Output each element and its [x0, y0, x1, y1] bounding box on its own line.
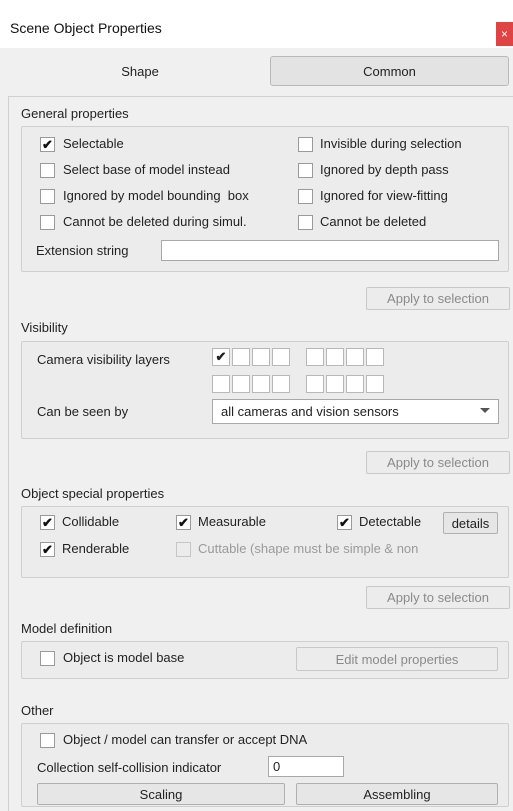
general-apply-button[interactable]: Apply to selection: [366, 287, 510, 310]
camera-layer-checkbox[interactable]: [326, 375, 344, 393]
ignored-depth-pass-label: Ignored by depth pass: [320, 162, 449, 177]
select-base-label: Select base of model instead: [63, 162, 230, 177]
extension-string-label: Extension string: [36, 243, 129, 258]
camera-layer-checkbox[interactable]: [232, 348, 250, 366]
can-be-seen-by-select[interactable]: all cameras and vision sensors: [212, 399, 499, 424]
invisible-during-selection-label: Invisible during selection: [320, 136, 462, 151]
details-label: details: [451, 515, 490, 531]
select-base-checkbox[interactable]: [40, 163, 55, 178]
extension-string-input[interactable]: [161, 240, 499, 261]
cannot-delete-during-sim-label: Cannot be deleted during simul.: [63, 214, 247, 229]
scaling-label: Scaling: [139, 786, 183, 802]
measurable-checkbox[interactable]: ✔: [176, 515, 191, 530]
ignored-depth-pass-checkbox[interactable]: [298, 163, 313, 178]
edit-model-properties-label: Edit model properties: [335, 651, 459, 667]
model-definition-header: Model definition: [21, 621, 113, 636]
tab-common-label: Common: [363, 63, 416, 79]
model-base-label: Object is model base: [63, 650, 185, 665]
special-apply-label: Apply to selection: [387, 590, 489, 605]
camera-layer-checkbox[interactable]: [212, 375, 230, 393]
cannot-delete-during-sim-checkbox[interactable]: [40, 215, 55, 230]
ignored-bounding-box-checkbox[interactable]: [40, 189, 55, 204]
ignored-view-fitting-label: Ignored for view-fitting: [320, 188, 448, 203]
camera-layer-checkbox[interactable]: [252, 375, 270, 393]
cannot-delete-checkbox[interactable]: [298, 215, 313, 230]
selectable-label: Selectable: [63, 136, 124, 151]
camera-layer-checkbox[interactable]: [326, 348, 344, 366]
other-header: Other: [21, 703, 54, 718]
tab-shape-label: Shape: [121, 63, 159, 79]
visibility-apply-label: Apply to selection: [387, 455, 489, 470]
renderable-label: Renderable: [62, 541, 130, 556]
camera-layers-grid: ✔: [212, 348, 402, 396]
window-title: Scene Object Properties: [10, 20, 162, 36]
close-button[interactable]: ×: [496, 22, 513, 46]
title-bar: Scene Object Properties ×: [0, 0, 513, 48]
dna-label: Object / model can transfer or accept DN…: [63, 732, 308, 747]
cuttable-checkbox[interactable]: [176, 542, 191, 557]
model-base-checkbox[interactable]: [40, 651, 55, 666]
selectable-checkbox[interactable]: ✔: [40, 137, 55, 152]
camera-layer-checkbox[interactable]: ✔: [212, 348, 230, 366]
collidable-label: Collidable: [62, 514, 120, 529]
general-apply-label: Apply to selection: [387, 291, 489, 306]
edit-model-properties-button[interactable]: Edit model properties: [296, 647, 498, 671]
scaling-button[interactable]: Scaling: [37, 783, 285, 805]
detectable-checkbox[interactable]: ✔: [337, 515, 352, 530]
camera-layer-checkbox[interactable]: [272, 348, 290, 366]
camera-layer-checkbox[interactable]: [366, 375, 384, 393]
can-be-seen-by-value: all cameras and vision sensors: [221, 404, 399, 419]
chevron-down-icon: [480, 408, 490, 413]
camera-layers-label: Camera visibility layers: [37, 352, 170, 367]
renderable-checkbox[interactable]: ✔: [40, 542, 55, 557]
camera-layer-checkbox[interactable]: [252, 348, 270, 366]
camera-layer-checkbox[interactable]: [306, 375, 324, 393]
can-be-seen-by-label: Can be seen by: [37, 404, 129, 419]
tab-common[interactable]: Common: [270, 56, 509, 86]
invisible-during-selection-checkbox[interactable]: [298, 137, 313, 152]
camera-layer-checkbox[interactable]: [272, 375, 290, 393]
visibility-header: Visibility: [21, 320, 68, 335]
ignored-bounding-box-label: Ignored by model bounding box: [63, 188, 249, 203]
camera-layer-checkbox[interactable]: [366, 348, 384, 366]
dna-checkbox[interactable]: [40, 733, 55, 748]
collidable-checkbox[interactable]: ✔: [40, 515, 55, 530]
tab-shape[interactable]: Shape: [20, 56, 260, 86]
ignored-view-fitting-checkbox[interactable]: [298, 189, 313, 204]
camera-layer-checkbox[interactable]: [346, 375, 364, 393]
self-collision-label: Collection self-collision indicator: [37, 760, 222, 775]
special-properties-header: Object special properties: [21, 486, 165, 501]
general-properties-header: General properties: [21, 106, 129, 121]
close-icon: ×: [500, 27, 508, 41]
camera-layer-checkbox[interactable]: [232, 375, 250, 393]
camera-layer-checkbox[interactable]: [306, 348, 324, 366]
assembling-button[interactable]: Assembling: [296, 783, 498, 805]
visibility-apply-button[interactable]: Apply to selection: [366, 451, 510, 474]
assembling-label: Assembling: [363, 786, 431, 802]
self-collision-input[interactable]: 0: [268, 756, 344, 777]
camera-layer-checkbox[interactable]: [346, 348, 364, 366]
special-apply-button[interactable]: Apply to selection: [366, 586, 510, 609]
details-button[interactable]: details: [443, 512, 498, 534]
detectable-label: Detectable: [359, 514, 422, 529]
measurable-label: Measurable: [198, 514, 266, 529]
cannot-delete-label: Cannot be deleted: [320, 214, 427, 229]
cuttable-label: Cuttable (shape must be simple & non: [198, 541, 419, 556]
